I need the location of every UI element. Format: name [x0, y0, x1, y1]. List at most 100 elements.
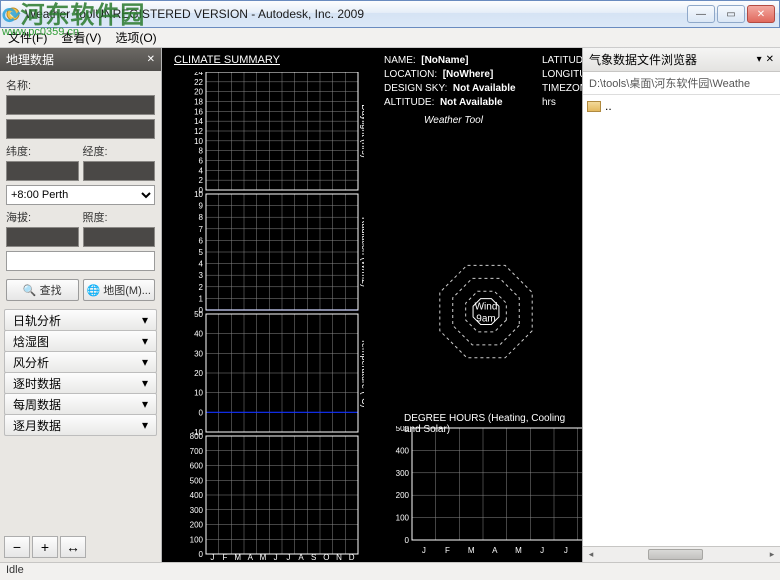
menu-options[interactable]: 选项(O)	[111, 29, 160, 46]
lon-input[interactable]	[83, 161, 156, 181]
chevron-down-icon: ▾	[142, 334, 148, 348]
svg-text:4: 4	[199, 166, 204, 175]
degree-hours-chart: 01002003004005000kB2k4k6k8kJFMAMJJASOND	[384, 426, 582, 562]
file-list[interactable]: ..	[583, 95, 780, 546]
svg-text:Radiation (W/m2): Radiation (W/m2)	[360, 217, 364, 287]
lon-label: 经度:	[83, 143, 156, 159]
chevron-down-icon: ▾	[142, 313, 148, 327]
find-button[interactable]: 🔍查找	[6, 279, 79, 301]
svg-text:24: 24	[194, 72, 203, 77]
svg-text:600: 600	[190, 462, 204, 471]
svg-text:20: 20	[194, 369, 203, 378]
menu-file[interactable]: 文件(F)	[4, 29, 51, 46]
acc-hourly[interactable]: 逐时数据▾	[4, 372, 157, 394]
svg-text:Daylight (hrs): Daylight (hrs)	[360, 104, 364, 158]
svg-text:J: J	[274, 553, 278, 562]
path-bar: D:\tools\桌面\河东软件园\Weathe	[583, 72, 780, 95]
close-button[interactable]: ✕	[747, 5, 775, 23]
acc-monthly[interactable]: 逐月数据▾	[4, 414, 157, 436]
svg-text:3: 3	[199, 271, 204, 280]
svg-text:0: 0	[405, 536, 410, 545]
svg-text:400: 400	[396, 446, 410, 455]
svg-text:200: 200	[190, 521, 204, 530]
svg-text:12: 12	[194, 127, 203, 136]
menu-view[interactable]: 查看(V)	[57, 29, 105, 46]
svg-text:16: 16	[194, 107, 203, 116]
svg-text:2: 2	[199, 283, 204, 292]
app-icon	[5, 6, 21, 22]
svg-text:J: J	[286, 553, 290, 562]
scrollbar-thumb[interactable]	[648, 549, 703, 560]
search-icon: 🔍	[23, 284, 37, 297]
acc-wind[interactable]: 风分析▾	[4, 351, 157, 373]
acc-psychro[interactable]: 焓湿图▾	[4, 330, 157, 352]
right-panel-header: 气象数据文件浏览器 ▾ ✕	[583, 48, 780, 72]
svg-text:9am: 9am	[476, 314, 495, 325]
minimize-button[interactable]: —	[687, 5, 715, 23]
svg-text:M: M	[468, 546, 475, 555]
zoom-out-button[interactable]: −	[4, 536, 30, 558]
svg-text:Temperature (°C): Temperature (°C)	[360, 338, 364, 407]
lat-label: 纬度:	[6, 143, 79, 159]
svg-text:700: 700	[190, 447, 204, 456]
maximize-button[interactable]: ▭	[717, 5, 745, 23]
info-block-2: LATITUDE: 0.0 LONGITUDE: 0.0 TIMEZONE: 0…	[542, 54, 582, 110]
window-title: Weather ToolUNREGISTERED VERSION - Autod…	[25, 7, 687, 21]
illum-input[interactable]	[83, 227, 156, 247]
svg-text:6: 6	[199, 157, 204, 166]
right-panel-title: 气象数据文件浏览器	[589, 51, 697, 68]
svg-text:100: 100	[396, 514, 410, 523]
svg-text:4: 4	[199, 260, 204, 269]
svg-text:M: M	[260, 553, 267, 562]
svg-text:500: 500	[190, 476, 204, 485]
lat-input[interactable]	[6, 161, 79, 181]
svg-text:300: 300	[396, 469, 410, 478]
acc-weekly[interactable]: 每周数据▾	[4, 393, 157, 415]
horizontal-scrollbar[interactable]: ◂ ▸	[583, 546, 780, 562]
map-button[interactable]: 🌐地图(M)...	[83, 279, 156, 301]
alt-input[interactable]	[6, 227, 79, 247]
alt-label: 海拔:	[6, 209, 79, 225]
globe-icon: 🌐	[87, 284, 101, 297]
scroll-right-icon[interactable]: ▸	[764, 547, 780, 562]
file-item-parent[interactable]: ..	[587, 99, 776, 113]
name-input-2[interactable]	[6, 119, 155, 139]
timezone-select[interactable]: +8:00 Perth	[6, 185, 155, 205]
chevron-down-icon: ▾	[142, 376, 148, 390]
svg-text:10: 10	[194, 190, 203, 199]
svg-text:300: 300	[190, 506, 204, 515]
name-input[interactable]	[6, 95, 155, 115]
svg-text:F: F	[445, 546, 450, 555]
acc-sun-path[interactable]: 日轨分析▾	[4, 309, 157, 331]
menubar: 文件(F) 查看(V) 选项(O)	[0, 28, 780, 48]
zoom-in-button[interactable]: +	[32, 536, 58, 558]
svg-text:2: 2	[199, 176, 204, 185]
scroll-left-icon[interactable]: ◂	[583, 547, 599, 562]
svg-text:8: 8	[199, 147, 204, 156]
extra-input[interactable]	[6, 251, 155, 271]
chevron-down-icon: ▾	[142, 397, 148, 411]
zoom-ext-button[interactable]: ↔	[60, 536, 86, 558]
svg-text:O: O	[323, 553, 329, 562]
svg-text:40: 40	[194, 330, 203, 339]
svg-text:0: 0	[199, 408, 204, 417]
pin-icon[interactable]: ▾	[757, 54, 762, 65]
svg-text:400: 400	[190, 491, 204, 500]
svg-text:10: 10	[194, 137, 203, 146]
left-panel-header: 地理数据 ✕	[0, 48, 161, 71]
right-panel-close-icon[interactable]: ✕	[766, 54, 774, 65]
svg-text:14: 14	[194, 117, 203, 126]
svg-text:100: 100	[190, 535, 204, 544]
svg-text:30: 30	[194, 349, 203, 358]
svg-text:18: 18	[194, 98, 203, 107]
svg-text:0: 0	[199, 550, 204, 559]
left-panel-title: 地理数据	[6, 51, 54, 68]
left-panel-close-icon[interactable]: ✕	[147, 54, 155, 65]
svg-text:A: A	[248, 553, 254, 562]
svg-text:5: 5	[199, 248, 204, 257]
svg-text:800: 800	[190, 432, 204, 441]
svg-text:20: 20	[194, 88, 203, 97]
svg-text:Wind: Wind	[475, 302, 498, 313]
svg-text:22: 22	[194, 78, 203, 87]
svg-text:M: M	[234, 553, 241, 562]
